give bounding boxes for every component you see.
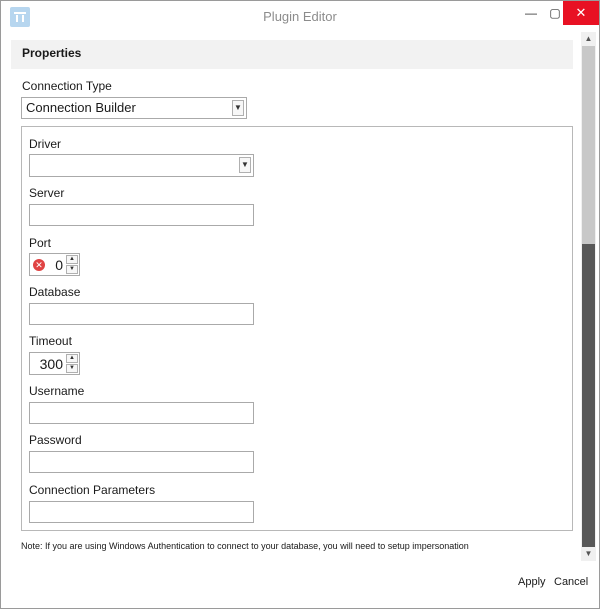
scroll-up-icon[interactable]: ▲	[581, 32, 596, 46]
port-value[interactable]: 0	[55, 257, 63, 273]
chevron-up-icon[interactable]: ▲	[66, 255, 78, 264]
connection-type-label: Connection Type	[22, 79, 112, 93]
chevron-down-icon[interactable]: ▼	[239, 157, 251, 173]
plugin-editor-window: Plugin Editor — ▢ ✕ Properties Connectio…	[0, 0, 600, 609]
port-spin-buttons: ▲ ▼	[66, 255, 78, 274]
timeout-label: Timeout	[29, 334, 72, 348]
database-input[interactable]	[29, 303, 254, 325]
properties-header: Properties	[11, 40, 573, 69]
password-input[interactable]	[29, 451, 254, 473]
connection-builder-group: Driver ▼ Server Port ✕ 0 ▲ ▼ Database Ti…	[21, 126, 573, 531]
properties-panel: Properties Connection Type Connection Bu…	[11, 32, 583, 561]
error-icon: ✕	[33, 259, 45, 271]
username-input[interactable]	[29, 402, 254, 424]
chevron-down-icon[interactable]: ▼	[232, 100, 244, 116]
connection-parameters-label: Connection Parameters	[29, 483, 156, 497]
title-bar[interactable]: Plugin Editor — ▢ ✕	[1, 1, 599, 32]
scroll-down-icon[interactable]: ▼	[581, 547, 596, 561]
connection-type-value: Connection Builder	[26, 100, 136, 115]
connection-type-dropdown[interactable]: Connection Builder ▼	[21, 97, 247, 119]
server-input[interactable]	[29, 204, 254, 226]
port-stepper[interactable]: ✕ 0 ▲ ▼	[29, 253, 80, 276]
properties-title: Properties	[22, 46, 82, 60]
chevron-down-icon[interactable]: ▼	[66, 364, 78, 373]
timeout-stepper[interactable]: 300 ▲ ▼	[29, 352, 80, 375]
close-button[interactable]: ✕	[563, 1, 599, 25]
password-label: Password	[29, 433, 82, 447]
port-label: Port	[29, 236, 52, 250]
scroll-track[interactable]	[582, 46, 595, 244]
cancel-button[interactable]: Cancel	[554, 576, 588, 588]
timeout-value[interactable]: 300	[40, 356, 63, 372]
connection-parameters-input[interactable]	[29, 501, 254, 523]
apply-button[interactable]: Apply	[518, 576, 546, 588]
vertical-scrollbar[interactable]: ▲ ▼	[581, 32, 596, 561]
impersonation-note: Note: If you are using Windows Authentic…	[21, 541, 469, 551]
window-title: Plugin Editor	[263, 9, 337, 24]
driver-dropdown[interactable]: ▼	[29, 154, 254, 177]
scroll-thumb[interactable]	[582, 244, 595, 547]
timeout-spin-buttons: ▲ ▼	[66, 354, 78, 373]
database-label: Database	[29, 285, 81, 299]
driver-label: Driver	[29, 137, 61, 151]
chevron-up-icon[interactable]: ▲	[66, 354, 78, 363]
server-label: Server	[29, 186, 65, 200]
username-label: Username	[29, 384, 85, 398]
chevron-down-icon[interactable]: ▼	[66, 265, 78, 274]
